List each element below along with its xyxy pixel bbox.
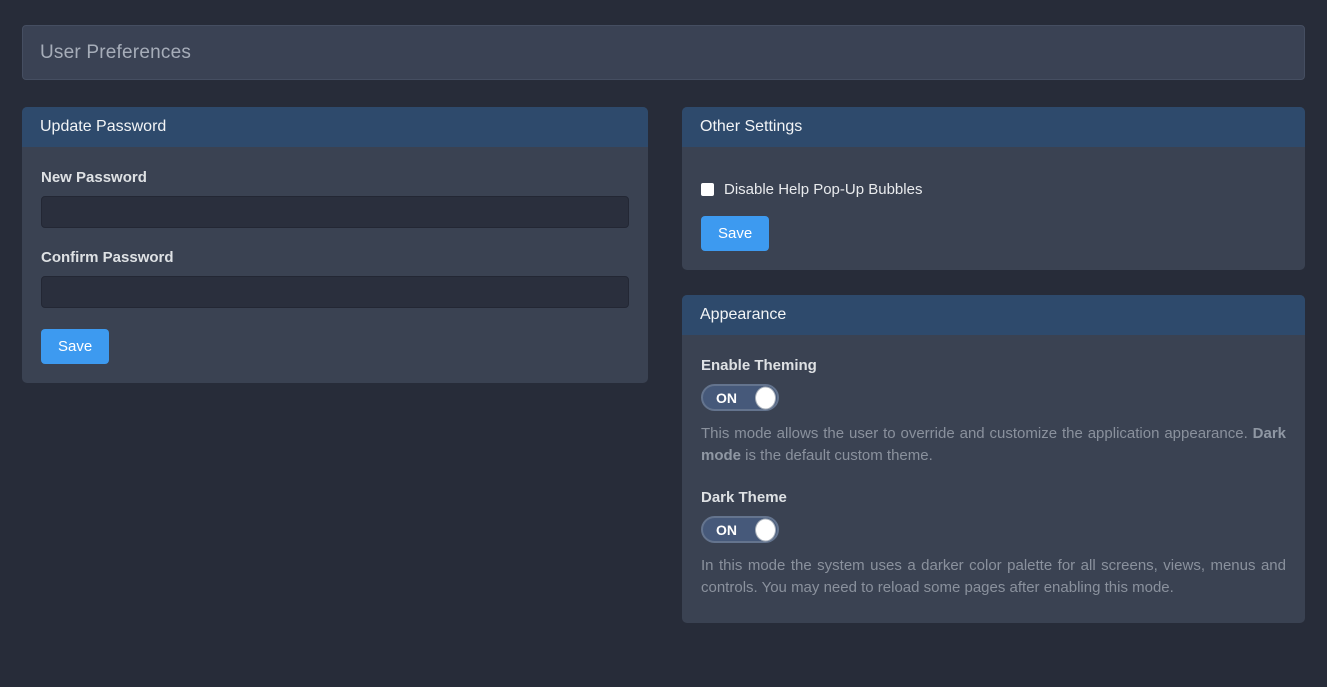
confirm-password-input[interactable] [41, 276, 629, 308]
appearance-panel-title: Appearance [700, 306, 786, 324]
new-password-input[interactable] [41, 196, 629, 228]
dark-theme-description: In this mode the system uses a darker co… [701, 555, 1286, 599]
enable-theming-toggle-state: ON [716, 390, 737, 406]
other-settings-panel: Other Settings Disable Help Pop-Up Bubbl… [682, 107, 1305, 270]
page-title-bar: User Preferences [22, 25, 1305, 80]
update-password-panel-title: Update Password [40, 118, 166, 136]
enable-theming-toggle[interactable]: ON [701, 384, 779, 411]
disable-help-popups-label: Disable Help Pop-Up Bubbles [724, 181, 922, 198]
right-column: Other Settings Disable Help Pop-Up Bubbl… [682, 107, 1305, 623]
disable-help-popups-checkbox[interactable] [701, 183, 714, 196]
enable-theming-description: This mode allows the user to override an… [701, 423, 1286, 467]
dark-theme-label: Dark Theme [701, 489, 1286, 506]
update-password-panel-header: Update Password [22, 107, 648, 147]
other-settings-panel-title: Other Settings [700, 118, 802, 136]
left-column: Update Password New Password Confirm Pas… [22, 107, 648, 383]
new-password-label: New Password [41, 169, 629, 186]
disable-help-popups-row[interactable]: Disable Help Pop-Up Bubbles [701, 181, 1286, 198]
password-save-button[interactable]: Save [41, 329, 109, 364]
confirm-password-label: Confirm Password [41, 249, 629, 266]
other-settings-save-button[interactable]: Save [701, 216, 769, 251]
dark-theme-toggle[interactable]: ON [701, 516, 779, 543]
other-settings-panel-body: Disable Help Pop-Up Bubbles Save [682, 147, 1305, 270]
update-password-panel-body: New Password Confirm Password Save [22, 147, 648, 383]
update-password-panel: Update Password New Password Confirm Pas… [22, 107, 648, 383]
toggle-knob [755, 518, 776, 541]
page-title: User Preferences [40, 42, 191, 64]
toggle-knob [755, 386, 776, 409]
enable-theming-description-before: This mode allows the user to override an… [701, 425, 1253, 442]
enable-theming-description-after: is the default custom theme. [741, 447, 933, 464]
appearance-panel-header: Appearance [682, 295, 1305, 335]
content-columns: Update Password New Password Confirm Pas… [22, 107, 1305, 623]
dark-theme-toggle-state: ON [716, 522, 737, 538]
other-settings-panel-header: Other Settings [682, 107, 1305, 147]
enable-theming-label: Enable Theming [701, 357, 1286, 374]
appearance-panel-body: Enable Theming ON This mode allows the u… [682, 335, 1305, 623]
appearance-panel: Appearance Enable Theming ON This mode a… [682, 295, 1305, 623]
